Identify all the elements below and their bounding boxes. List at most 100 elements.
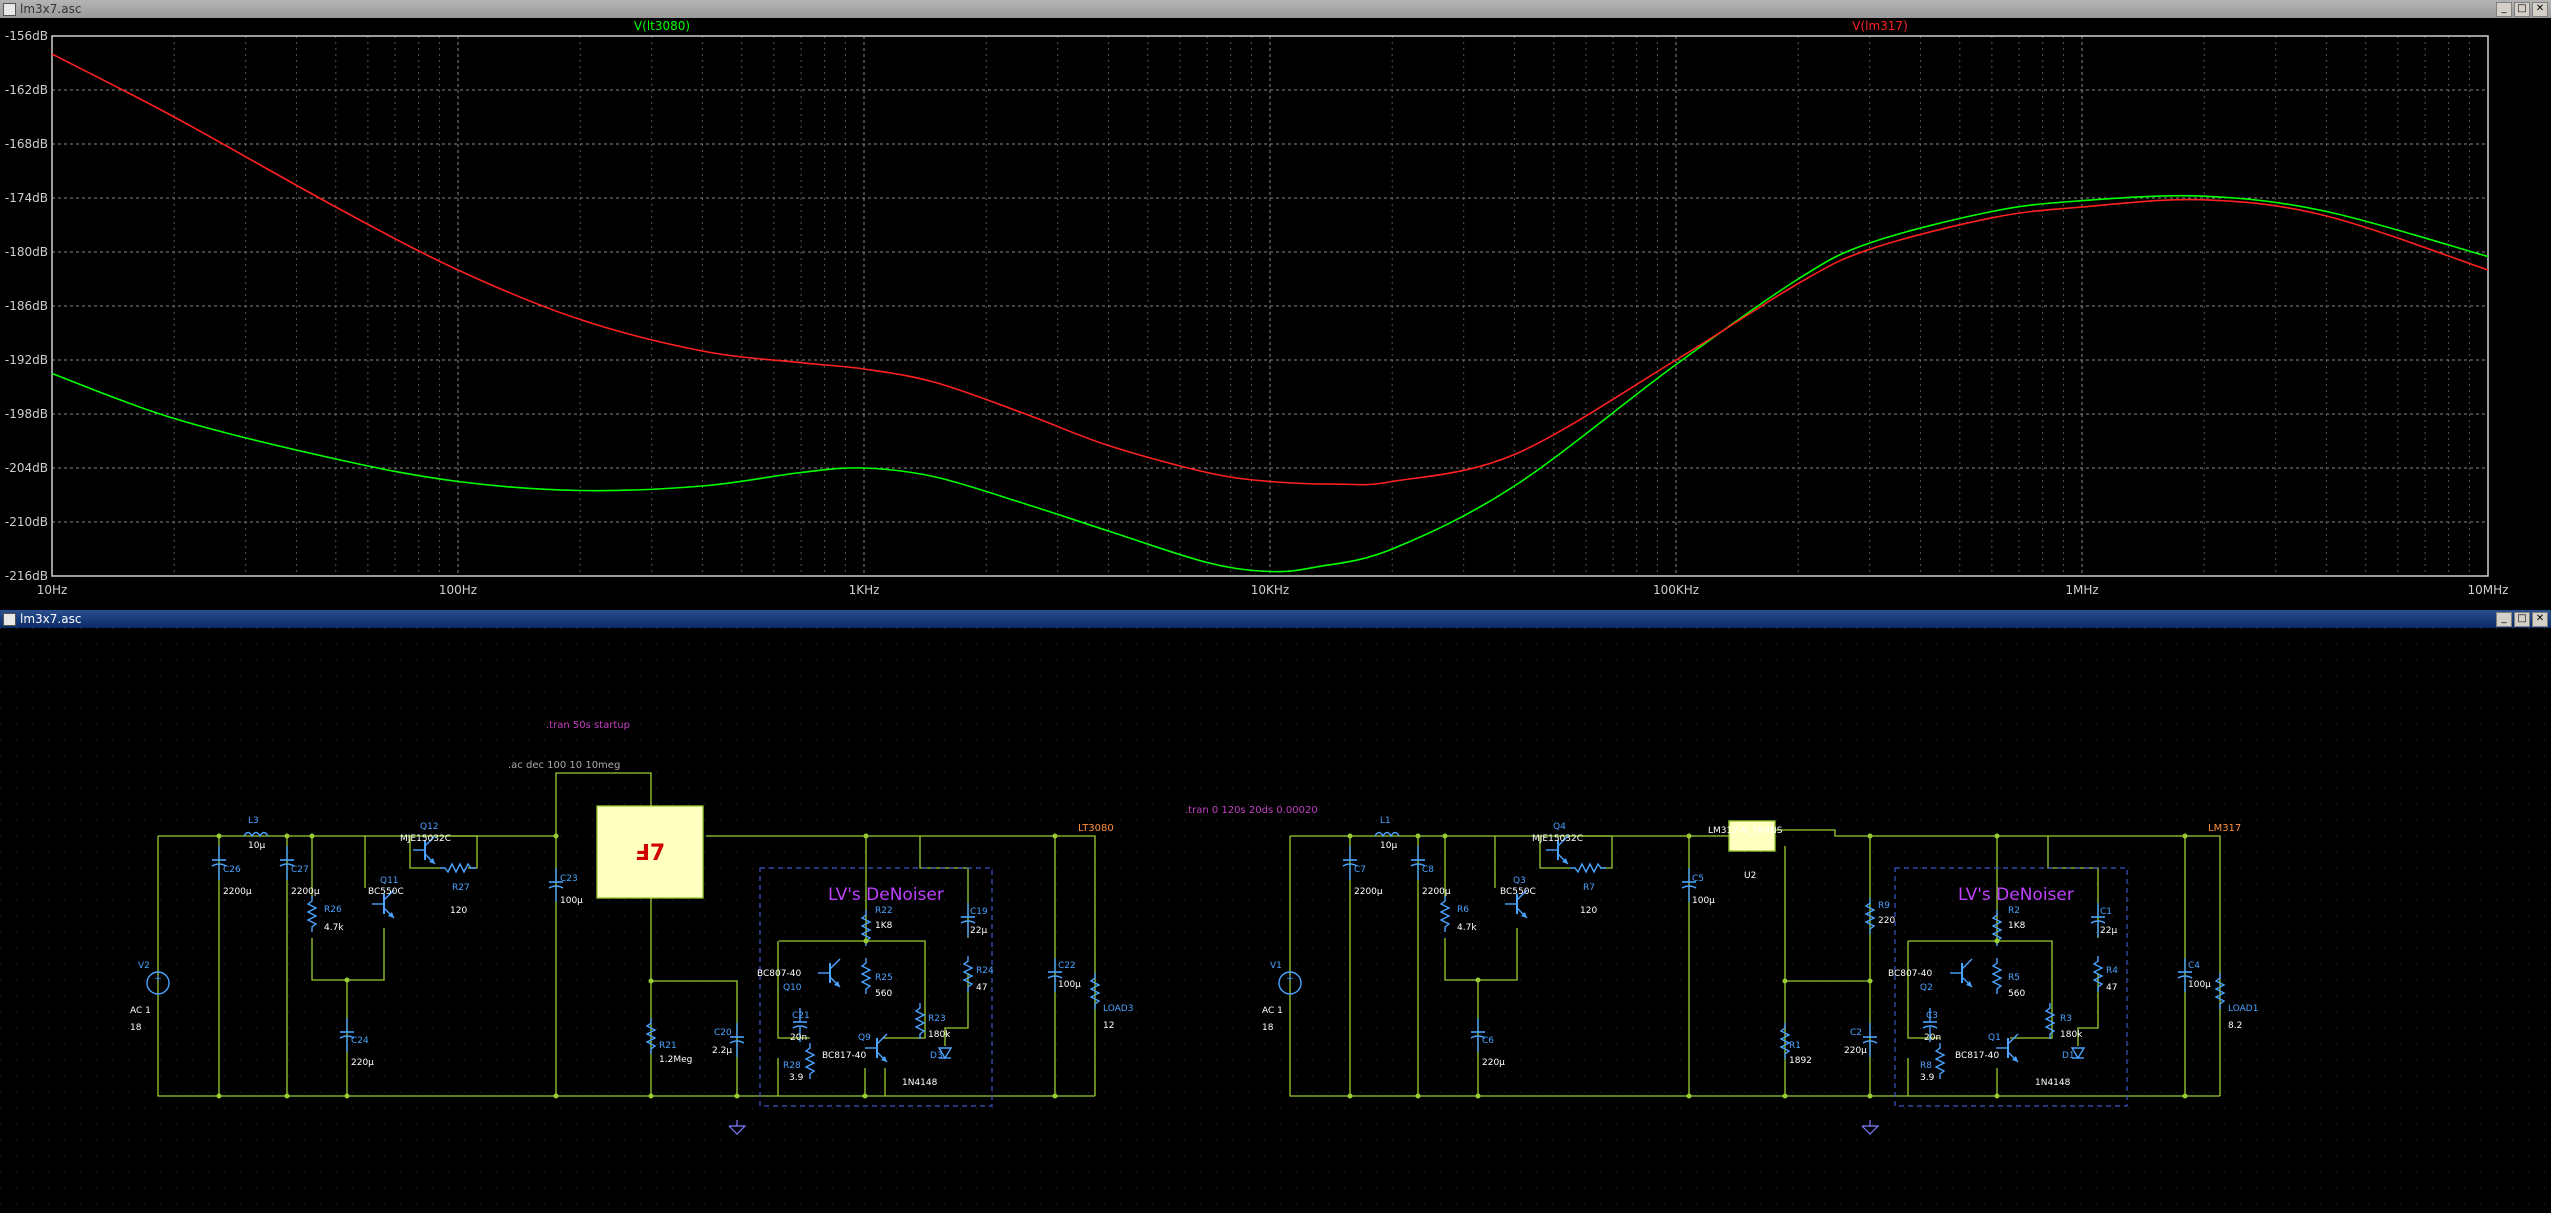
r22-label: R22 bbox=[875, 906, 893, 916]
lm317-regulator-ref: U2 bbox=[1744, 871, 1756, 881]
app-icon bbox=[3, 3, 16, 16]
net-label-lm317[interactable]: LM317 bbox=[2208, 823, 2241, 834]
schematic-window-title: lm3x7.asc bbox=[20, 612, 82, 626]
c1-label: C1 bbox=[2100, 907, 2112, 917]
load3-label: LOAD3 bbox=[1103, 1004, 1133, 1014]
r27-value: 120 bbox=[450, 906, 467, 916]
r5-value: 560 bbox=[2008, 989, 2025, 999]
r27-label: R27 bbox=[452, 883, 470, 893]
trace-label-lm317[interactable]: V(lm317) bbox=[1852, 19, 1908, 33]
maximize-button[interactable]: □ bbox=[2514, 2, 2530, 17]
c8-value: 2200µ bbox=[1422, 887, 1451, 897]
r24-value: 47 bbox=[976, 983, 987, 993]
q11-value: BC550C bbox=[368, 887, 404, 897]
y-tick-label: -162dB bbox=[5, 83, 48, 97]
r25-value: 560 bbox=[875, 989, 892, 999]
q9-label: Q9 bbox=[858, 1033, 871, 1043]
c3-label: C3 bbox=[1926, 1011, 1938, 1021]
r25-label: R25 bbox=[875, 973, 893, 983]
c8-label: C8 bbox=[1422, 865, 1434, 875]
c24-label: C24 bbox=[351, 1036, 369, 1046]
q12-value: MJE15032C bbox=[400, 834, 451, 844]
plot-window-titlebar[interactable]: lm3x7.asc _ □ ✕ bbox=[0, 0, 2551, 18]
y-tick-label: -174dB bbox=[5, 191, 48, 205]
c21-value: 20n bbox=[790, 1033, 807, 1043]
r9-value: 220 bbox=[1878, 916, 1895, 926]
v2-ac: AC 1 bbox=[130, 1006, 151, 1016]
r24-label: R24 bbox=[976, 966, 994, 976]
c26-label: C26 bbox=[223, 865, 241, 875]
l1-value: 10µ bbox=[1380, 841, 1397, 851]
x-tick-label: 10KHz bbox=[1251, 583, 1289, 597]
y-tick-label: -198dB bbox=[5, 407, 48, 421]
r22-value: 1K8 bbox=[875, 921, 893, 931]
c26-value: 2200µ bbox=[223, 887, 252, 897]
waveform-plot[interactable]: -156dB -162dB -168dB -174dB -180dB -186dB -192… bbox=[0, 18, 2551, 608]
c19-value: 22µ bbox=[970, 926, 987, 936]
q1-label: Q1 bbox=[1988, 1033, 2001, 1043]
directive-tran-long[interactable]: .tran 0 120s 20ds 0.00020 bbox=[1185, 805, 1318, 816]
c27-value: 2200µ bbox=[291, 887, 320, 897]
y-tick-label: -204dB bbox=[5, 461, 48, 475]
y-tick-label: -180dB bbox=[5, 245, 48, 259]
r1-label: R1 bbox=[1789, 1041, 1801, 1051]
r6-label: R6 bbox=[1457, 905, 1469, 915]
c6-label: C6 bbox=[1482, 1036, 1494, 1046]
close-button[interactable]: ✕ bbox=[2532, 2, 2548, 17]
r23-value: 180k bbox=[928, 1030, 951, 1040]
r3-label: R3 bbox=[2060, 1014, 2072, 1024]
r1-value: 1892 bbox=[1789, 1056, 1812, 1066]
c23-label: C23 bbox=[560, 874, 578, 884]
r9-label: R9 bbox=[1878, 901, 1890, 911]
y-tick-label: -210dB bbox=[5, 515, 48, 529]
c7-label: C7 bbox=[1354, 865, 1366, 875]
r28-value: 3.9 bbox=[789, 1073, 804, 1083]
d3-value: 1N4148 bbox=[902, 1078, 938, 1088]
r7-value: 120 bbox=[1580, 906, 1597, 916]
x-tick-label: 1KHz bbox=[849, 583, 880, 597]
r21-value: 1.2Meg bbox=[659, 1055, 692, 1065]
r2-label: R2 bbox=[2008, 906, 2020, 916]
trace-label-lt3080[interactable]: V(lt3080) bbox=[634, 19, 690, 33]
v2-value: 18 bbox=[130, 1023, 142, 1033]
schematic-canvas[interactable]: + .tran 50s startup .ac dec 100 10 10meg… bbox=[0, 628, 2551, 1213]
c7-value: 2200µ bbox=[1354, 887, 1383, 897]
r26-value: 4.7k bbox=[324, 923, 344, 933]
c4-label: C4 bbox=[2188, 961, 2200, 971]
app-icon bbox=[3, 613, 16, 626]
schematic-window-titlebar[interactable]: lm3x7.asc _ □ ✕ bbox=[0, 610, 2551, 628]
q4-value: MJE15032C bbox=[1532, 834, 1583, 844]
l3-value: 10µ bbox=[248, 841, 265, 851]
c5-label: C5 bbox=[1692, 874, 1704, 884]
y-tick-label: -156dB bbox=[5, 29, 48, 43]
q3-label: Q3 bbox=[1513, 876, 1526, 886]
minimize-button[interactable]: _ bbox=[2496, 612, 2512, 627]
net-label-lt3080[interactable]: LT3080 bbox=[1078, 823, 1114, 834]
denoiser-title-right: LV's DeNoiser bbox=[1958, 885, 2074, 905]
q4-label: Q4 bbox=[1553, 822, 1566, 832]
y-tick-label: -186dB bbox=[5, 299, 48, 313]
q1-value: BC817-40 bbox=[1955, 1051, 1999, 1061]
directive-ac-dec[interactable]: .ac dec 100 10 10meg bbox=[508, 760, 620, 771]
maximize-button[interactable]: □ bbox=[2514, 612, 2530, 627]
r4-value: 47 bbox=[2106, 983, 2117, 993]
close-button[interactable]: ✕ bbox=[2532, 612, 2548, 627]
q12-label: Q12 bbox=[420, 822, 439, 832]
q2-type: BC807-40 bbox=[1888, 969, 1932, 979]
plot-window-title: lm3x7.asc bbox=[20, 2, 82, 16]
c24-value: 220µ bbox=[351, 1058, 374, 1068]
r23-label: R23 bbox=[928, 1014, 946, 1024]
c3-value: 20n bbox=[1924, 1033, 1941, 1043]
c22-label: C22 bbox=[1058, 961, 1076, 971]
minimize-button[interactable]: _ bbox=[2496, 2, 2512, 17]
load3-value: 12 bbox=[1103, 1021, 1114, 1031]
directive-tran-startup[interactable]: .tran 50s startup bbox=[546, 720, 630, 731]
r5-label: R5 bbox=[2008, 973, 2020, 983]
c1-value: 22µ bbox=[2100, 926, 2117, 936]
c20-label: C20 bbox=[714, 1028, 732, 1038]
c4-value: 100µ bbox=[2188, 980, 2211, 990]
v2-label: V2 bbox=[138, 961, 150, 971]
d1-label: D1 bbox=[2062, 1051, 2075, 1061]
r28-label: R28 bbox=[783, 1061, 801, 1071]
c27-label: C27 bbox=[291, 865, 309, 875]
